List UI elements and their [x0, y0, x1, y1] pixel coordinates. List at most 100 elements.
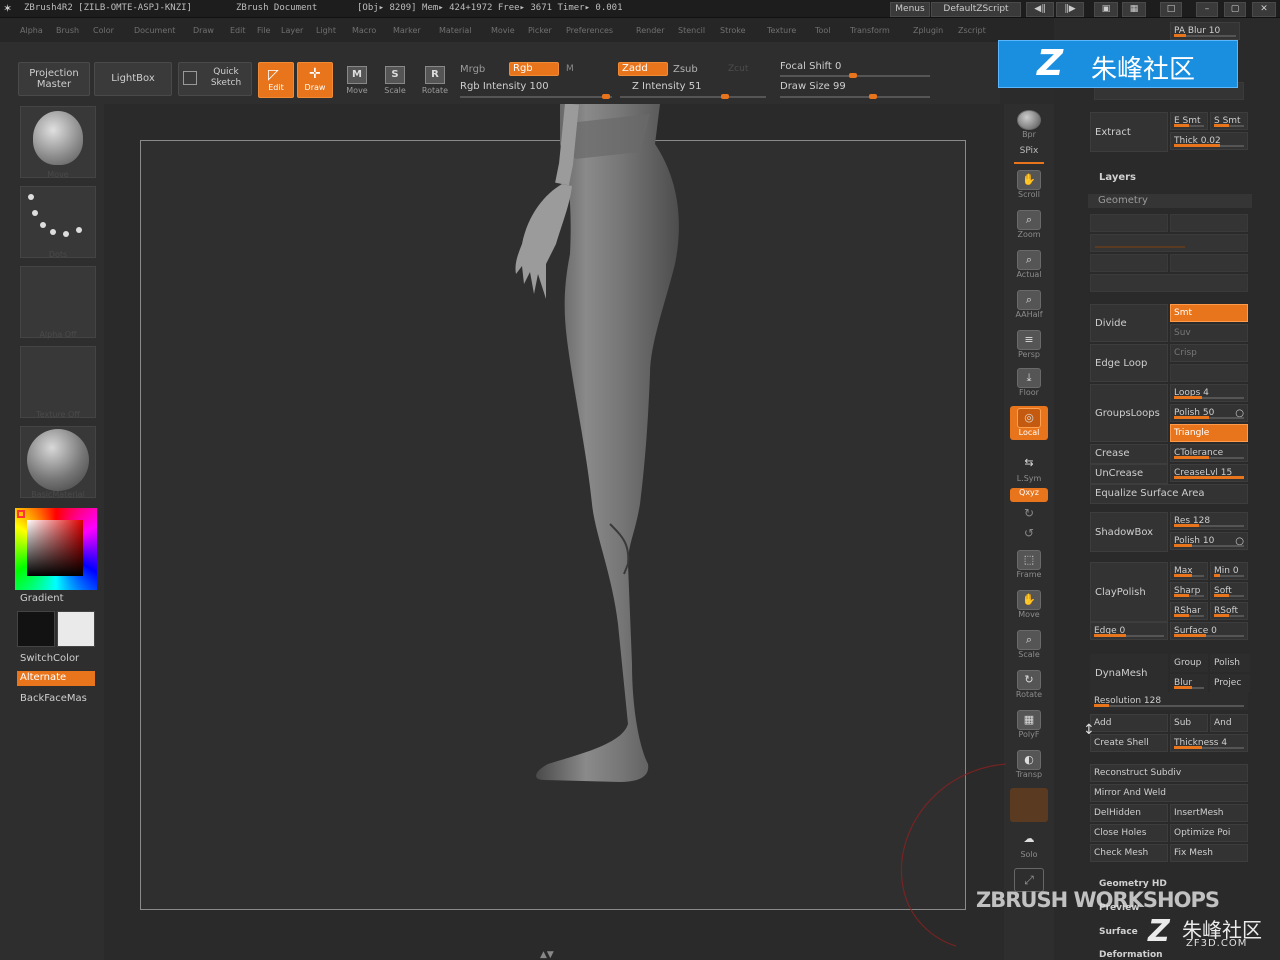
default-zscript-button[interactable]: DefaultZScript	[931, 2, 1021, 17]
persp-button[interactable]: ≡ Persp	[1010, 328, 1048, 362]
add-button[interactable]: Add	[1090, 714, 1168, 732]
minimize-icon[interactable]: –	[1196, 2, 1218, 17]
mirror-and-weld-button[interactable]: Mirror And Weld	[1090, 784, 1248, 802]
backfacemask-button[interactable]: BackFaceMas	[20, 693, 87, 704]
next-layout-icon[interactable]: ∥▶	[1056, 2, 1084, 17]
menu-macro[interactable]: Macro	[352, 26, 376, 35]
fix-mesh-button[interactable]: Fix Mesh	[1170, 844, 1248, 862]
creaselvl-slider[interactable]: CreaseLvl 15	[1170, 464, 1248, 482]
menu-file[interactable]: File	[257, 26, 270, 35]
bpr-button[interactable]: Bpr	[1010, 108, 1048, 142]
shadowbox-button[interactable]: ShadowBox	[1090, 512, 1168, 552]
zsub-button[interactable]: Zsub	[673, 64, 698, 75]
secondary-color-swatch[interactable]	[17, 611, 55, 647]
draw-size-knob[interactable]	[869, 94, 877, 99]
menu-material[interactable]: Material	[439, 26, 472, 35]
min-slider[interactable]: Min 0	[1210, 562, 1248, 580]
surface-slider[interactable]: Surface 0	[1170, 622, 1248, 640]
rsoft-slider[interactable]: RSoft	[1210, 602, 1248, 620]
triangle-toggle[interactable]: Triangle	[1170, 424, 1248, 442]
lsym-button[interactable]: ⇆ L.Sym	[1010, 452, 1048, 486]
projection-master-button[interactable]: Projection Master	[18, 62, 90, 96]
gradient-label[interactable]: Gradient	[20, 593, 64, 604]
menu-alpha[interactable]: Alpha	[20, 26, 43, 35]
project-toggle[interactable]: Projec	[1210, 674, 1250, 692]
suv-toggle[interactable]: Suv	[1170, 324, 1248, 342]
loops-slider[interactable]: Loops 4	[1170, 384, 1248, 402]
optimize-points-button[interactable]: Optimize Poi	[1170, 824, 1248, 842]
menu-picker[interactable]: Picker	[528, 26, 552, 35]
create-shell-button[interactable]: Create Shell	[1090, 734, 1168, 752]
res-slider[interactable]: Res 128	[1170, 512, 1248, 530]
menu-texture[interactable]: Texture	[767, 26, 796, 35]
thick-slider[interactable]: Thick 0.02	[1170, 132, 1248, 150]
focal-shift-slider[interactable]: Focal Shift 0	[780, 61, 841, 72]
polish-curve-icon[interactable]: ○	[1235, 406, 1244, 421]
divide-button[interactable]: Divide	[1090, 304, 1168, 342]
resolution-slider[interactable]: Resolution 128	[1090, 692, 1248, 710]
focal-shift-knob[interactable]	[849, 73, 857, 78]
e-smt-slider[interactable]: E Smt	[1170, 112, 1208, 130]
scale-mode-button[interactable]: S Scale	[376, 62, 414, 100]
local-button[interactable]: ◎ Local	[1010, 406, 1048, 440]
menu-marker[interactable]: Marker	[393, 26, 421, 35]
extract-button[interactable]: Extract	[1090, 112, 1168, 152]
delhidden-button[interactable]: DelHidden	[1090, 804, 1168, 822]
scale-view-button[interactable]: ⌕ Scale	[1010, 628, 1048, 662]
color-picker[interactable]	[15, 508, 97, 590]
m-button[interactable]: M	[566, 64, 574, 74]
reconstruct-subdiv-button[interactable]: Reconstruct Subdiv	[1090, 764, 1248, 782]
dynamesh-button[interactable]: DynaMesh	[1090, 654, 1168, 692]
surface-section[interactable]: Surface	[1099, 927, 1138, 937]
rgb-intensity-slider[interactable]: Rgb Intensity 100	[460, 81, 549, 92]
zcut-button[interactable]: Zcut	[728, 64, 748, 74]
menu-movie[interactable]: Movie	[491, 26, 515, 35]
texture-thumbnail[interactable]: Texture Off	[20, 346, 96, 419]
menu-stencil[interactable]: Stencil	[678, 26, 705, 35]
alpha-thumbnail[interactable]: Alpha Off	[20, 266, 96, 339]
restore-icon[interactable]: ▢	[1224, 2, 1246, 17]
layers-section[interactable]: Layers	[1099, 172, 1136, 183]
prev-layout-icon[interactable]: ◀∥	[1026, 2, 1054, 17]
draw-size-track[interactable]	[780, 96, 930, 98]
actual-button[interactable]: ⌕ Actual	[1010, 248, 1048, 282]
polyf-button[interactable]: ▦ PolyF	[1010, 708, 1048, 742]
menu-color[interactable]: Color	[93, 26, 114, 35]
rotate-y-icon[interactable]: ↻	[1024, 506, 1034, 520]
edit-button[interactable]: ◸ Edit	[258, 62, 294, 98]
rotate-mode-button[interactable]: R Rotate	[416, 62, 454, 100]
deformation-section[interactable]: Deformation	[1099, 950, 1163, 960]
polish-10-slider[interactable]: Polish 10 ○	[1170, 532, 1248, 550]
main-color-swatch[interactable]	[57, 611, 95, 647]
close-holes-button[interactable]: Close Holes	[1090, 824, 1168, 842]
uncrease-button[interactable]: UnCrease	[1090, 464, 1168, 484]
draw-button[interactable]: ✛ Draw	[297, 62, 333, 98]
rotate-view-button[interactable]: ↻ Rotate	[1010, 668, 1048, 702]
menu-zplugin[interactable]: Zplugin	[913, 26, 943, 35]
aahalf-button[interactable]: ⌕ AAHalf	[1010, 288, 1048, 322]
group-toggle[interactable]: Group	[1170, 654, 1208, 672]
rgb-intensity-knob[interactable]	[602, 94, 610, 99]
crisp-toggle[interactable]: Crisp	[1170, 344, 1248, 362]
check-mesh-button[interactable]: Check Mesh	[1090, 844, 1168, 862]
rgb-intensity-track[interactable]	[460, 96, 612, 98]
alternate-button[interactable]: Alternate	[17, 671, 95, 686]
move-mode-button[interactable]: M Move	[338, 62, 376, 100]
close-icon[interactable]: ✕	[1252, 2, 1276, 17]
brush-thumbnail[interactable]: Move	[20, 106, 96, 179]
pa-blur-slider[interactable]: PA Blur 10	[1170, 22, 1240, 40]
material-thumbnail[interactable]: BasicMaterial	[20, 426, 96, 499]
smt-toggle[interactable]: Smt	[1170, 304, 1248, 322]
claypolish-button[interactable]: ClayPolish	[1090, 562, 1168, 622]
crease-button[interactable]: Crease	[1090, 444, 1168, 464]
geometry-header[interactable]: Geometry	[1088, 194, 1252, 208]
z-intensity-slider[interactable]: Z Intensity 51	[632, 81, 701, 92]
polish-toggle[interactable]: Polish	[1210, 654, 1250, 672]
lock-icon[interactable]: □	[1160, 2, 1182, 17]
bottom-collapse-arrow-icon[interactable]: ▲▼	[540, 950, 554, 960]
menu-zscript[interactable]: Zscript	[958, 26, 986, 35]
ctolerance-slider[interactable]: CTolerance	[1170, 444, 1248, 462]
menu-stroke[interactable]: Stroke	[720, 26, 746, 35]
menu-render[interactable]: Render	[636, 26, 664, 35]
mrgb-button[interactable]: Mrgb	[460, 64, 485, 75]
